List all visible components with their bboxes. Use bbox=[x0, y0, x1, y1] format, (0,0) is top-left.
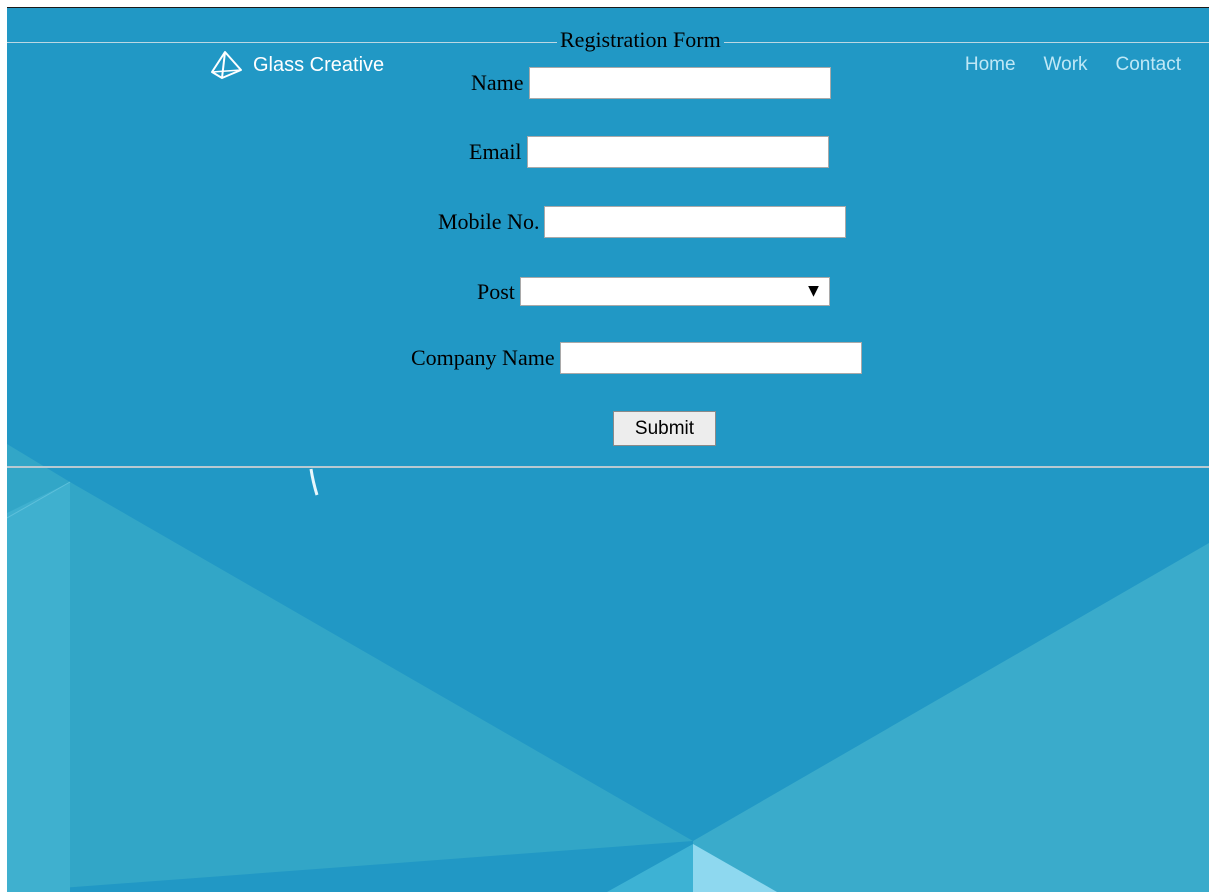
pyramid-logo-icon bbox=[211, 51, 242, 79]
brand[interactable]: Glass Creative bbox=[210, 50, 384, 80]
name-label: Name bbox=[471, 70, 524, 95]
submit-button[interactable]: Submit bbox=[613, 411, 716, 446]
post-row: Post ▼ bbox=[477, 277, 830, 306]
email-row: Email bbox=[469, 136, 829, 168]
nav-link-contact[interactable]: Contact bbox=[1116, 54, 1181, 76]
main-nav: Home Work Contact bbox=[965, 54, 1181, 76]
name-row: Name bbox=[471, 67, 831, 99]
nav-link-work[interactable]: Work bbox=[1044, 54, 1088, 76]
company-row: Company Name bbox=[411, 342, 862, 374]
company-input[interactable] bbox=[559, 342, 862, 374]
fieldset-bottom-border bbox=[7, 466, 1209, 468]
email-label: Email bbox=[469, 139, 522, 164]
name-input[interactable] bbox=[528, 67, 831, 99]
post-label: Post bbox=[477, 278, 515, 304]
brand-name: Glass Creative bbox=[253, 53, 385, 76]
form-legend: Registration Form bbox=[557, 27, 724, 53]
mobile-label: Mobile No. bbox=[438, 209, 540, 234]
dropdown-arrow-icon: ▼ bbox=[808, 283, 819, 299]
company-label: Company Name bbox=[411, 345, 555, 370]
page-viewport: Glass Creative Home Work Contact Registr… bbox=[7, 7, 1209, 892]
mobile-input[interactable] bbox=[544, 206, 847, 238]
post-select[interactable]: ▼ bbox=[519, 277, 830, 306]
email-input[interactable] bbox=[526, 136, 829, 168]
nav-link-home[interactable]: Home bbox=[965, 54, 1016, 76]
mobile-row: Mobile No. bbox=[438, 206, 847, 238]
